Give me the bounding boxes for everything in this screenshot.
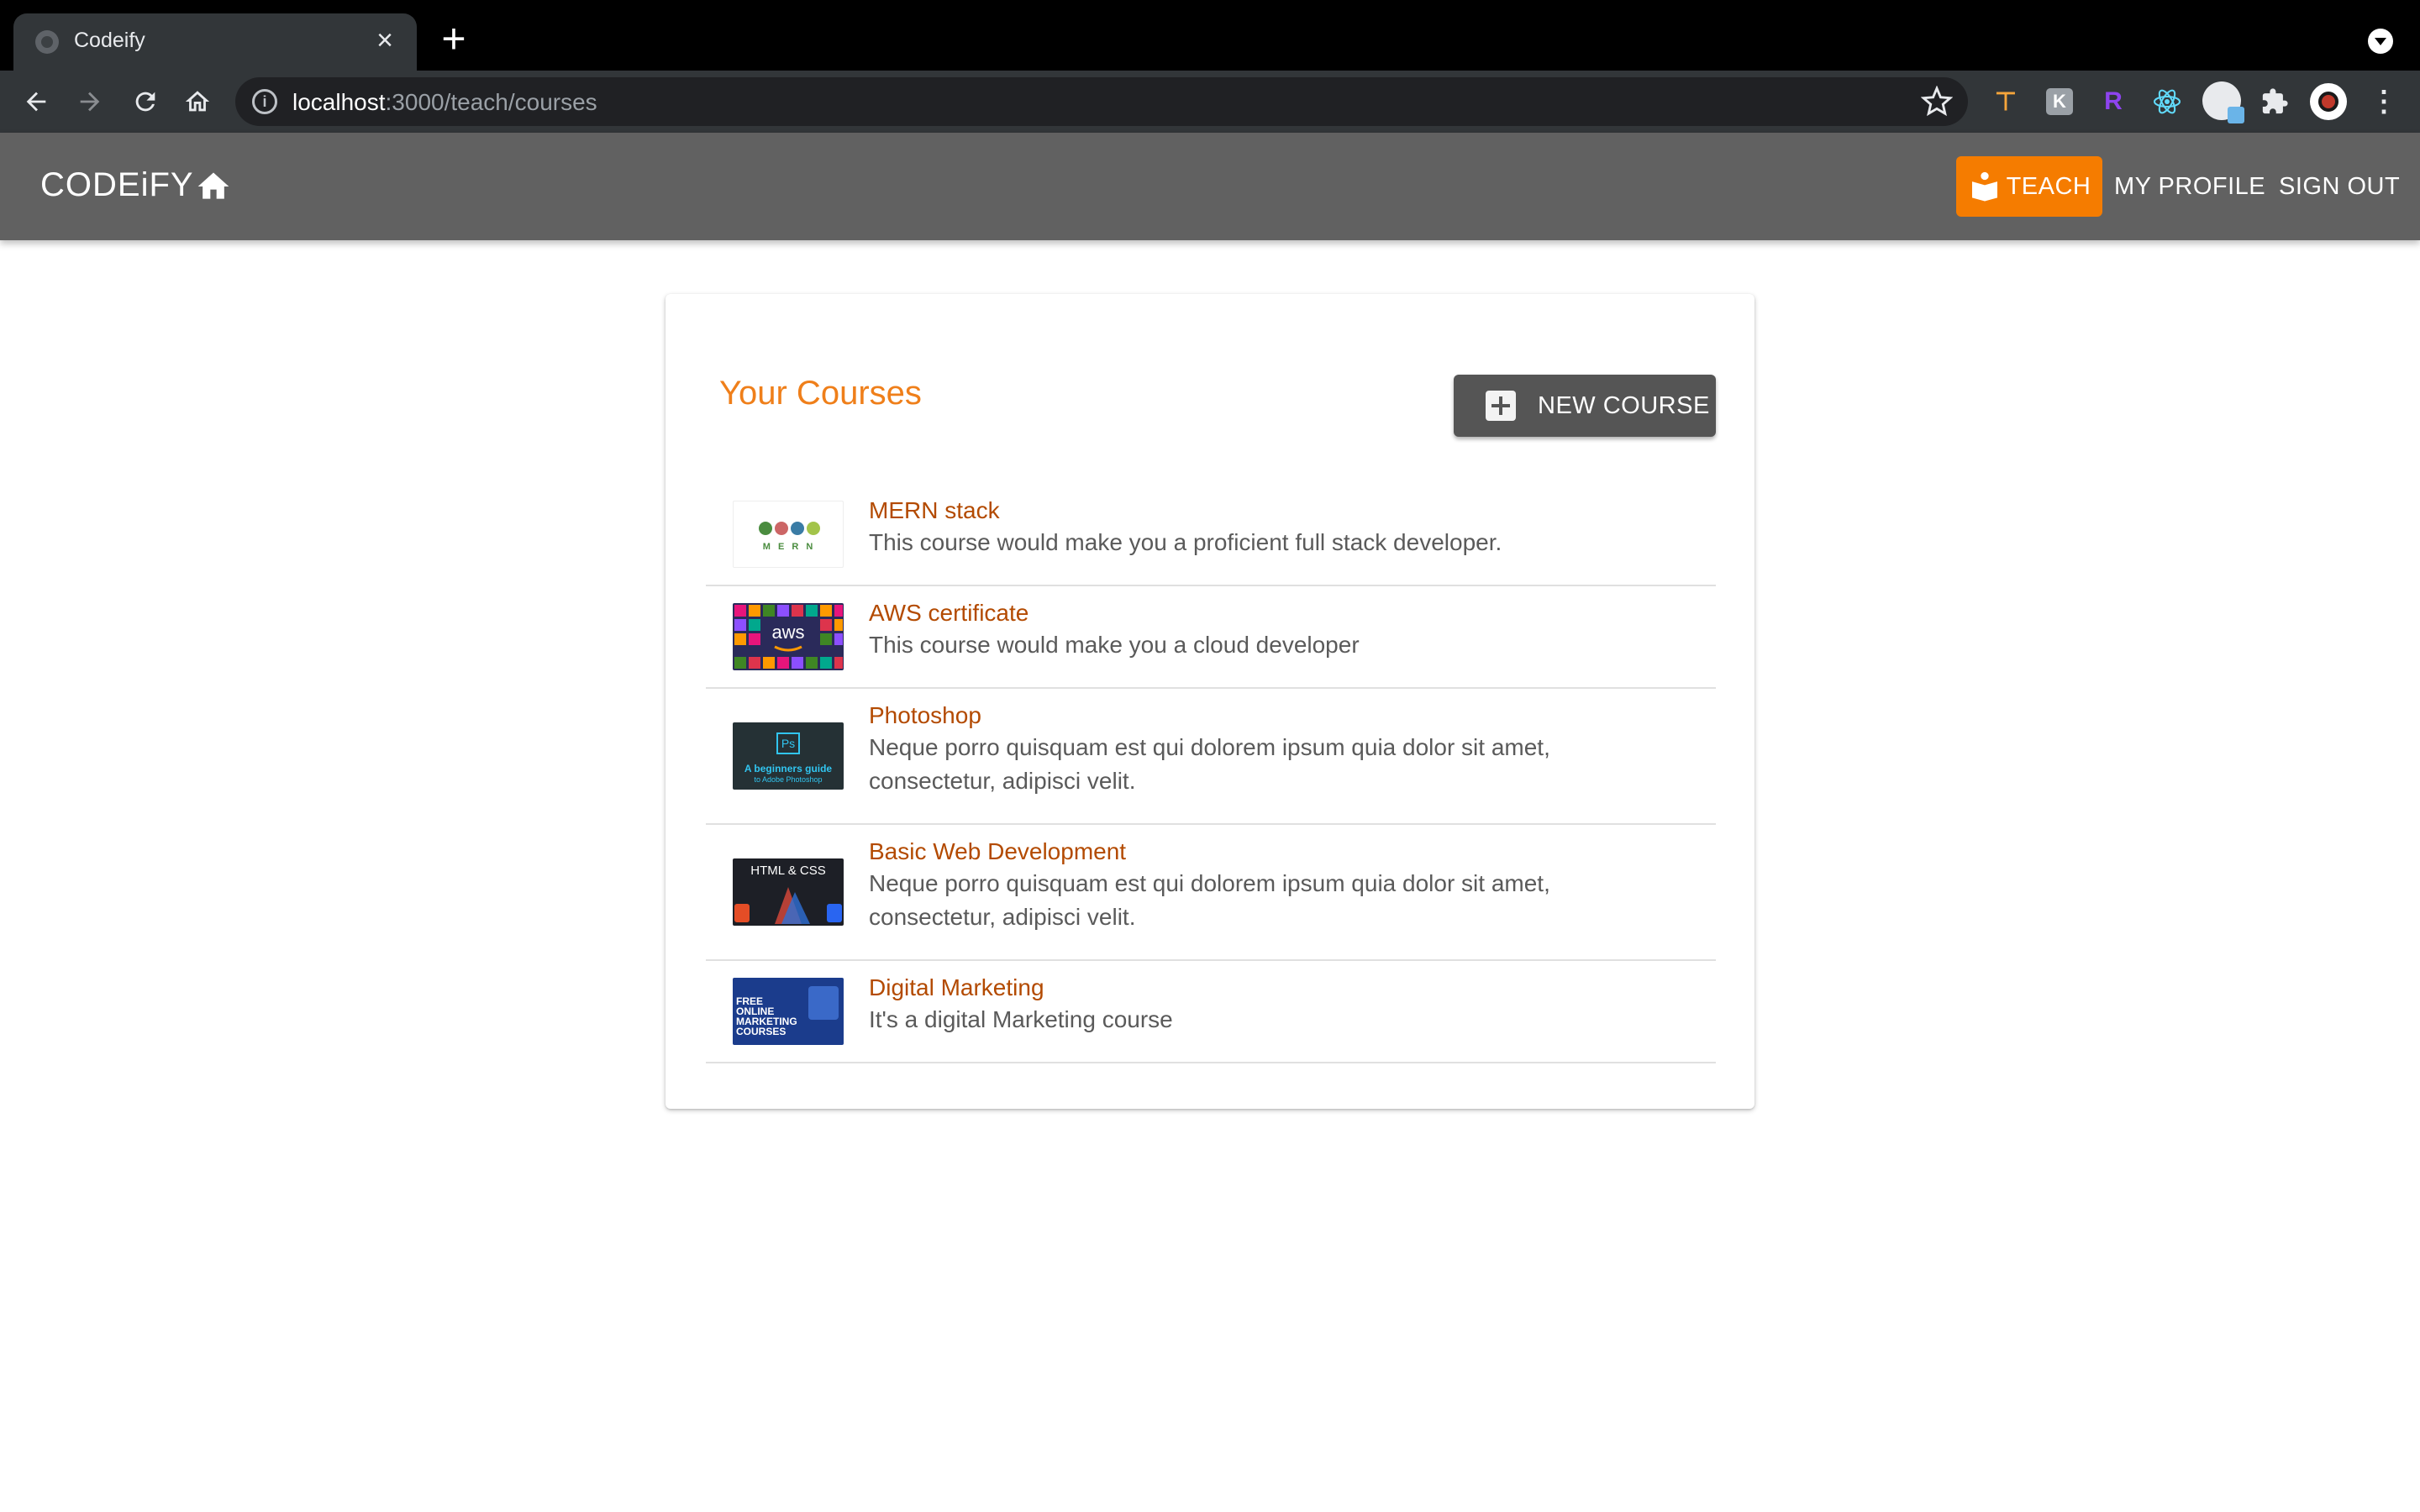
marketing-thumb-text: FREE ONLINE MARKETING COURSES — [736, 995, 797, 1037]
course-list: M E R N MERN stack This course would mak… — [706, 484, 1716, 1063]
arrow-left-icon — [26, 92, 46, 112]
mern-thumb-text: M E R N — [762, 542, 816, 552]
globe-icon — [35, 30, 59, 54]
course-item-web-dev[interactable]: HTML & CSS Basic Web Development Neque p… — [706, 825, 1716, 961]
course-item-mern[interactable]: M E R N MERN stack This course would mak… — [706, 484, 1716, 586]
react-devtools-icon[interactable] — [2151, 86, 2183, 118]
new-course-label: NEW COURSE — [1538, 391, 1710, 419]
course-title[interactable]: AWS certificate — [869, 600, 1028, 627]
mern-thumbnail: M E R N — [733, 501, 844, 568]
card-title: Your Courses — [719, 375, 922, 412]
my-profile-link[interactable]: MY PROFILE — [2114, 173, 2265, 201]
reload-button[interactable] — [124, 81, 166, 123]
course-description: Neque porro quisquam est qui dolorem ips… — [869, 870, 1550, 930]
extensions-puzzle-icon[interactable] — [2259, 86, 2291, 118]
address-bar[interactable]: i localhost:3000/teach/courses — [235, 77, 1968, 126]
course-item-digital-marketing[interactable]: FREE ONLINE MARKETING COURSES Digital Ma… — [706, 961, 1716, 1063]
forward-button[interactable] — [69, 81, 111, 123]
url-text: localhost:3000/teach/courses — [292, 89, 597, 116]
marketing-thumb-graphic — [808, 986, 839, 1020]
photoshop-thumb-sub: to Adobe Photoshop — [754, 775, 823, 784]
brand-logo[interactable]: CODEiFY — [40, 166, 194, 204]
courses-card: Your Courses NEW COURSE M E R N MERN sta… — [666, 294, 1754, 1109]
url-path: :3000/teach/courses — [385, 89, 597, 115]
course-item-photoshop[interactable]: Ps A beginners guide to Adobe Photoshop … — [706, 689, 1716, 825]
tab-title: Codeify — [74, 29, 145, 52]
browser-menu-icon[interactable]: ⋮ — [2368, 86, 2400, 118]
bookmark-star-icon[interactable] — [1921, 86, 1953, 118]
teacher-icon — [1971, 171, 1997, 202]
home-icon[interactable] — [195, 168, 232, 205]
reload-icon — [135, 92, 155, 112]
arrow-right-icon — [80, 92, 100, 112]
course-description: It's a digital Marketing course — [869, 1006, 1173, 1032]
course-description: Neque porro quisquam est qui dolorem ips… — [869, 734, 1550, 794]
browser-tab[interactable]: Codeify × — [13, 13, 417, 71]
course-title[interactable]: MERN stack — [869, 497, 1000, 524]
course-title[interactable]: Digital Marketing — [869, 974, 1044, 1001]
course-description: This course would make you a proficient … — [869, 529, 1502, 555]
profile-avatar-icon[interactable] — [2309, 82, 2348, 121]
photoshop-logo: Ps — [776, 732, 800, 754]
course-item-aws[interactable]: aws AWS certificate This course would ma… — [706, 586, 1716, 689]
back-button[interactable] — [15, 81, 57, 123]
teach-label: TEACH — [2006, 172, 2091, 200]
course-title[interactable]: Photoshop — [869, 702, 981, 729]
add-box-icon — [1486, 391, 1516, 421]
extension-hammer-icon[interactable]: ⊤ — [1990, 86, 2022, 118]
aws-thumbnail: aws — [733, 603, 844, 670]
marketing-thumbnail: FREE ONLINE MARKETING COURSES — [733, 978, 844, 1045]
course-description: This course would make you a cloud devel… — [869, 632, 1360, 658]
teach-button[interactable]: TEACH — [1956, 156, 2102, 217]
home-button[interactable] — [176, 81, 218, 123]
browser-toolbar: i localhost:3000/teach/courses ⊤ K R ⋮ — [0, 71, 2420, 133]
photoshop-thumbnail: Ps A beginners guide to Adobe Photoshop — [733, 722, 844, 790]
sign-out-link[interactable]: SIGN OUT — [2279, 173, 2400, 201]
new-tab-button[interactable]: + — [434, 18, 474, 60]
extension-k-icon[interactable]: K — [2044, 86, 2075, 118]
close-tab-icon[interactable]: × — [368, 24, 402, 57]
browser-tabstrip: Codeify × + — [0, 0, 2420, 71]
home-outline-icon — [185, 91, 210, 112]
tab-search-icon[interactable] — [2368, 29, 2393, 54]
url-host: localhost — [292, 89, 386, 115]
extension-r-icon[interactable]: R — [2097, 86, 2129, 118]
app-bar: CODEiFY TEACH MY PROFILE SIGN OUT — [0, 133, 2420, 240]
extension-avatar-icon[interactable] — [2202, 81, 2244, 123]
info-icon[interactable]: i — [252, 89, 277, 114]
course-title[interactable]: Basic Web Development — [869, 838, 1126, 865]
new-course-button[interactable]: NEW COURSE — [1454, 375, 1716, 437]
aws-thumb-text: aws — [771, 622, 805, 643]
photoshop-thumb-caption: A beginners guide — [744, 763, 833, 774]
web-dev-thumbnail: HTML & CSS — [733, 858, 844, 926]
